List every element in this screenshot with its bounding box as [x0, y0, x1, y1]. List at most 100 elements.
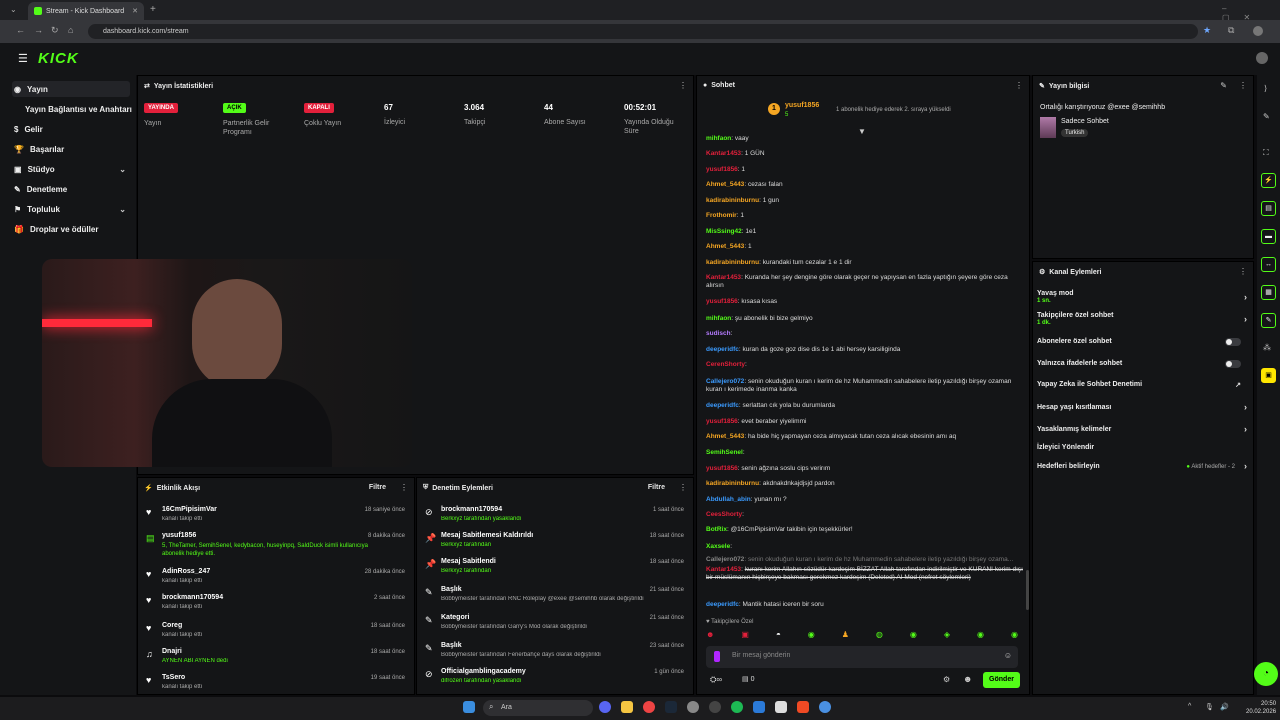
- chat-username[interactable]: yusuf1856: [706, 166, 738, 173]
- chat-username[interactable]: kadirabininburnu: [706, 197, 759, 204]
- emote-icon[interactable]: ▣: [741, 630, 749, 642]
- quick-action-button[interactable]: ▬: [1261, 229, 1276, 244]
- forward-icon[interactable]: →: [34, 25, 43, 35]
- quick-action-button[interactable]: ✎: [1261, 313, 1276, 328]
- close-tab-icon[interactable]: ✕: [132, 7, 138, 15]
- profile-avatar[interactable]: [1253, 26, 1263, 36]
- home-icon[interactable]: ⌂: [68, 25, 73, 35]
- more-options-icon[interactable]: ⋮: [1015, 81, 1023, 90]
- tray-chevron-icon[interactable]: ^: [1188, 703, 1191, 710]
- url-field[interactable]: dashboard.kick.com/stream: [88, 24, 1198, 39]
- collapse-icon[interactable]: ⟩: [1264, 84, 1267, 93]
- more-options-icon[interactable]: ⋮: [400, 483, 408, 492]
- emote-icon[interactable]: ♟: [842, 630, 849, 642]
- chat-username[interactable]: mihfaon: [706, 135, 731, 142]
- send-button[interactable]: Gönder: [983, 672, 1020, 688]
- taskbar-search[interactable]: Ara: [483, 700, 593, 716]
- more-options-icon[interactable]: ⋮: [1239, 267, 1247, 276]
- channel-points-icon[interactable]: ⛭∞: [710, 675, 722, 685]
- reload-icon[interactable]: ↻: [51, 25, 59, 36]
- sidebar-item-topluluk[interactable]: ⚑ Topluluk ⌄: [14, 201, 132, 217]
- chat-username[interactable]: deeperidfc: [706, 402, 739, 409]
- activity-filter-button[interactable]: Filtre: [369, 484, 386, 491]
- discord-icon[interactable]: [599, 701, 611, 713]
- chat-username[interactable]: kadirabininburnu: [706, 480, 759, 487]
- users-icon[interactable]: ☻: [963, 674, 972, 684]
- emoji-icon[interactable]: ☺: [1004, 651, 1012, 660]
- app-icon[interactable]: [709, 701, 721, 713]
- pencil-icon[interactable]: ✎: [1263, 112, 1270, 121]
- steam-icon[interactable]: [665, 701, 677, 713]
- chat-username[interactable]: SemihSenel: [706, 449, 743, 456]
- browser-tab[interactable]: Stream - Kick Dashboard ✕: [28, 2, 144, 20]
- bookmark-star-icon[interactable]: ★: [1203, 25, 1211, 36]
- quick-action-button[interactable]: ▦: [1261, 285, 1276, 300]
- emote-icon[interactable]: ◍: [876, 630, 883, 642]
- sidebar-item-studyo[interactable]: ▣ Stüdyo ⌄: [14, 161, 132, 177]
- subscribers-only-toggle[interactable]: [1225, 338, 1241, 346]
- emote-icon[interactable]: ☻: [706, 630, 714, 642]
- chat-username[interactable]: Ahmet_5443: [706, 181, 744, 188]
- chat-username[interactable]: Frothomir: [706, 212, 737, 219]
- chat-username[interactable]: BotRix: [706, 526, 727, 533]
- chat-username[interactable]: deeperidfc: [706, 601, 739, 608]
- chat-username[interactable]: yusuf1856: [706, 418, 738, 425]
- more-options-icon[interactable]: ⋮: [679, 483, 687, 492]
- clock[interactable]: 20:50 20.02.2026: [1246, 700, 1276, 716]
- chat-username[interactable]: Ahmet_5443: [706, 243, 744, 250]
- emote-icon[interactable]: ◉: [977, 630, 984, 642]
- chat-username[interactable]: yusuf1856: [706, 465, 738, 472]
- crop-icon[interactable]: ⛶: [1263, 148, 1269, 158]
- chat-username[interactable]: yusuf1856: [706, 298, 738, 305]
- obs-icon[interactable]: [687, 701, 699, 713]
- sidebar-item-denetleme[interactable]: ✎ Denetleme: [14, 181, 132, 197]
- quick-action-button[interactable]: ▤: [1261, 201, 1276, 216]
- chat-username[interactable]: mihfaon: [706, 315, 731, 322]
- emote-icon[interactable]: ◉: [808, 630, 815, 642]
- chrome-icon[interactable]: [643, 701, 655, 713]
- emote-icon[interactable]: ◉: [1011, 630, 1018, 642]
- chat-username[interactable]: Abdullah_abin: [706, 496, 751, 503]
- quick-action-button[interactable]: ↔: [1261, 257, 1276, 272]
- chat-input[interactable]: Bir mesaj gönderin ☺: [706, 646, 1018, 668]
- chat-username[interactable]: Xaxsele: [706, 543, 730, 550]
- more-options-icon[interactable]: ⋮: [679, 81, 687, 90]
- points-counter[interactable]: ▤ 0: [742, 675, 754, 683]
- chat-username[interactable]: deeperidfc: [706, 346, 739, 353]
- folder-icon[interactable]: [621, 701, 633, 713]
- menu-icon[interactable]: ☰: [18, 52, 28, 65]
- slow-mode-item[interactable]: Yavaş mod 1 sn. ›: [1037, 290, 1247, 304]
- sidebar-item-yayin[interactable]: ◉ Yayın: [12, 81, 130, 97]
- pencil-icon[interactable]: ✎: [1220, 81, 1227, 90]
- emote-icon[interactable]: ◈: [944, 630, 950, 642]
- sidebar-item-basarilar[interactable]: 🏆 Başarılar: [14, 141, 132, 157]
- help-chat-button[interactable]: ◔: [1254, 662, 1278, 686]
- kick-logo[interactable]: KICK: [38, 50, 79, 67]
- chat-username[interactable]: kadirabininburnu: [706, 259, 759, 266]
- chat-username[interactable]: Kantar1453: [706, 150, 741, 157]
- chat-username[interactable]: CerenShorty: [706, 361, 745, 368]
- more-options-icon[interactable]: ⋮: [1239, 81, 1247, 90]
- ai-moderation-item[interactable]: Yapay Zeka ile Sohbet Denetimi ↗: [1037, 381, 1247, 389]
- tab-list-icon[interactable]: ⌄: [10, 5, 17, 14]
- share-icon[interactable]: ⁂: [1263, 343, 1271, 352]
- chat-username[interactable]: Callejero072: [706, 556, 744, 563]
- user-avatar[interactable]: [1256, 52, 1268, 64]
- new-tab-icon[interactable]: +: [150, 4, 156, 15]
- start-icon[interactable]: [463, 701, 475, 713]
- vscode-icon[interactable]: [753, 701, 765, 713]
- brave-icon[interactable]: [797, 701, 809, 713]
- emote-icon[interactable]: ◉: [910, 630, 917, 642]
- sidebar-item-droplar[interactable]: 🎁 Droplar ve ödüller: [14, 221, 132, 237]
- emote-icon[interactable]: ◓: [776, 630, 781, 642]
- chat-username[interactable]: Callejero072: [706, 378, 744, 385]
- chat-username[interactable]: Ahmet_5443: [706, 433, 744, 440]
- moderation-filter-button[interactable]: Filtre: [648, 484, 665, 491]
- chat-username[interactable]: Kantar1453: [706, 566, 741, 573]
- account-age-item[interactable]: Hesap yaşı kısıtlaması ›: [1037, 402, 1247, 412]
- chat-username[interactable]: sudisch: [706, 330, 731, 337]
- chat-username[interactable]: MisSsing42: [706, 228, 742, 235]
- word-icon[interactable]: [775, 701, 787, 713]
- chrome-active-icon[interactable]: [819, 701, 831, 713]
- extensions-icon[interactable]: ⧉: [1228, 25, 1234, 36]
